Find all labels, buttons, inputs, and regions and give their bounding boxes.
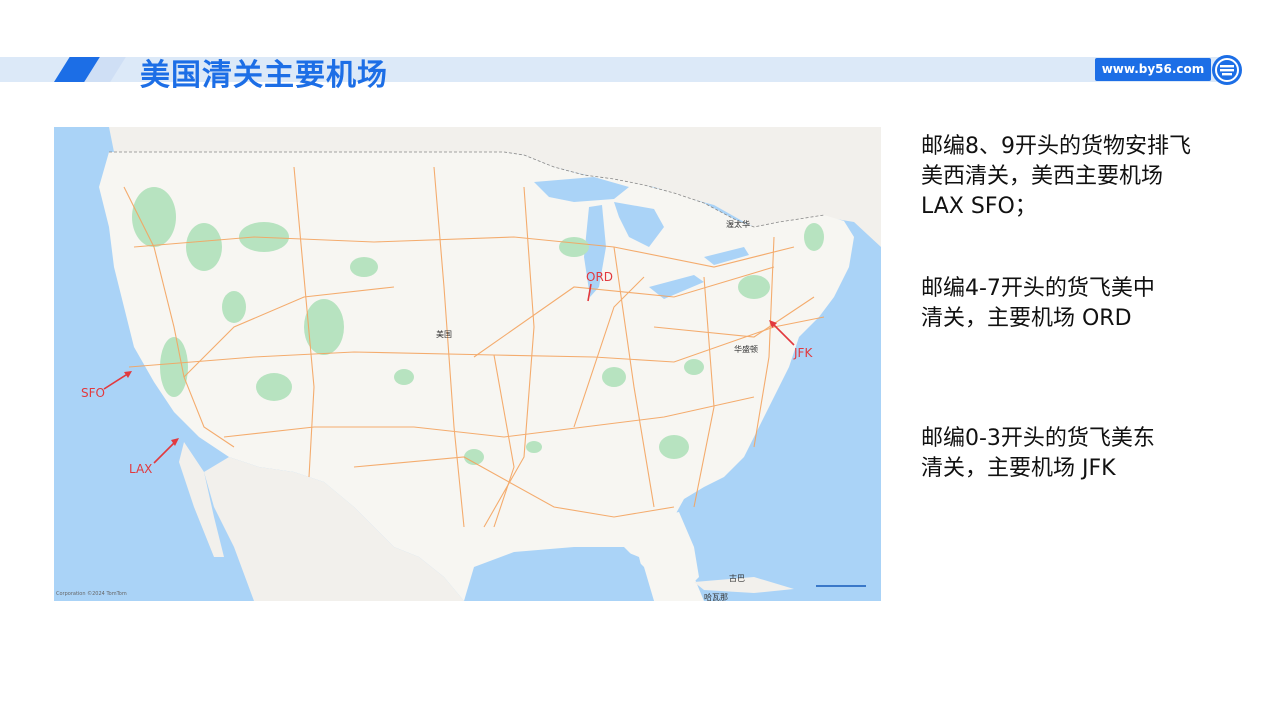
city-label-washington: 华盛顿: [734, 344, 758, 354]
us-map[interactable]: SFO LAX ORD JFK 美国 渥太华 华盛顿 古巴 哈瓦那 Corpor…: [54, 127, 881, 601]
map-canvas: SFO LAX ORD JFK 美国 渥太华 华盛顿 古巴 哈瓦那 Corpor…: [54, 127, 881, 601]
svg-text:SFO: SFO: [81, 386, 105, 400]
website-badge: www.by56.com: [1095, 58, 1211, 81]
city-label-toronto: 渥太华: [726, 219, 750, 229]
svg-text:ORD: ORD: [586, 270, 613, 284]
company-logo-icon: [1212, 55, 1242, 85]
note-east-coast: 邮编0-3开头的货飞美东 清关，主要机场 JFK: [921, 426, 1155, 481]
note-west-coast: 邮编8、9开头的货物安排飞 美西清关，美西主要机场 LAX SFO；: [921, 134, 1191, 219]
svg-text:LAX: LAX: [129, 462, 152, 476]
country-label: 美国: [436, 329, 452, 339]
svg-text:JFK: JFK: [793, 346, 813, 360]
city-label-cuba: 古巴: [729, 573, 745, 583]
page-title: 美国清关主要机场: [140, 58, 388, 93]
city-label-havana: 哈瓦那: [704, 592, 728, 601]
note-midwest: 邮编4-7开头的货飞美中 清关，主要机场 ORD: [921, 276, 1155, 331]
map-credit: Corporation ©2024 TomTom: [56, 590, 127, 597]
